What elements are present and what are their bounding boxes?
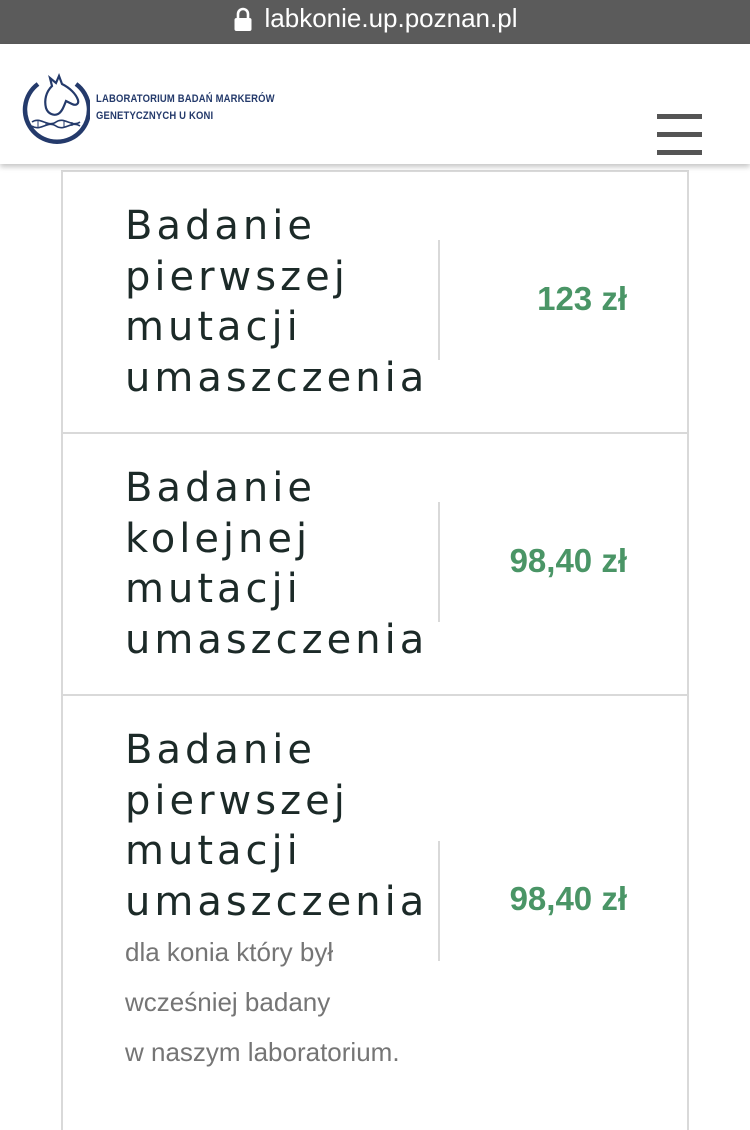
table-row: Badanie pierwszej mutacji umaszczenia 12… (63, 172, 687, 434)
menu-bar-top (657, 114, 702, 119)
service-price: 123 zł (537, 280, 627, 317)
price-table: Badanie pierwszej mutacji umaszczenia 12… (61, 170, 689, 1130)
service-name-line: Badanie (125, 727, 316, 773)
service-name-line: umaszczenia (125, 878, 429, 925)
logo-title: LABORATORIUM BADAŃ MARKERÓW GENETYCZNYCH… (96, 91, 275, 125)
column-divider (438, 240, 440, 360)
browser-url-bar[interactable]: labkonie.up.poznan.pl (0, 0, 750, 44)
description-line: dla konia który był (125, 937, 334, 967)
service-name-line: umaszczenia (125, 616, 429, 663)
menu-bar-middle (657, 132, 702, 137)
service-name-line: Badanie (125, 465, 316, 511)
description-line: w naszym laboratorium. (125, 1037, 400, 1067)
url-text: labkonie.up.poznan.pl (264, 2, 518, 33)
site-header: LABORATORIUM BADAŃ MARKERÓW GENETYCZNYCH… (0, 44, 750, 164)
column-divider (438, 502, 440, 622)
service-name-line: umaszczenia (125, 354, 429, 401)
service-name-line: pierwszej (125, 253, 349, 300)
service-name: Badanie pierwszej mutacji umaszczenia (125, 725, 428, 927)
service-price: 98,40 zł (509, 542, 627, 579)
service-name: Badanie kolejnej mutacji umaszczenia (125, 463, 428, 665)
column-divider (438, 841, 440, 961)
logo-line-1: LABORATORIUM BADAŃ MARKERÓW (96, 93, 275, 105)
service-name-line: pierwszej (125, 777, 349, 824)
menu-bar-bottom (657, 150, 702, 155)
service-name-line: mutacji (125, 828, 302, 874)
table-row: Badanie kolejnej mutacji umaszczenia 98,… (63, 434, 687, 696)
service-price: 98,40 zł (509, 880, 627, 917)
lock-icon (233, 7, 253, 33)
hamburger-menu-icon[interactable] (652, 114, 708, 162)
description-line: wcześniej badany (125, 987, 331, 1017)
service-name-line: Badanie (125, 203, 316, 249)
service-name-line: mutacji (125, 566, 302, 612)
horse-logo-icon[interactable] (20, 64, 92, 144)
service-name-line: kolejnej (125, 515, 312, 562)
logo-line-2: GENETYCZNYCH U KONI (96, 110, 214, 122)
table-row: Badanie pierwszej mutacji umaszczenia dl… (63, 696, 687, 1116)
service-name: Badanie pierwszej mutacji umaszczenia (125, 201, 428, 403)
service-name-line: mutacji (125, 304, 302, 350)
service-description: dla konia który był wcześniej badany w n… (125, 927, 465, 1077)
